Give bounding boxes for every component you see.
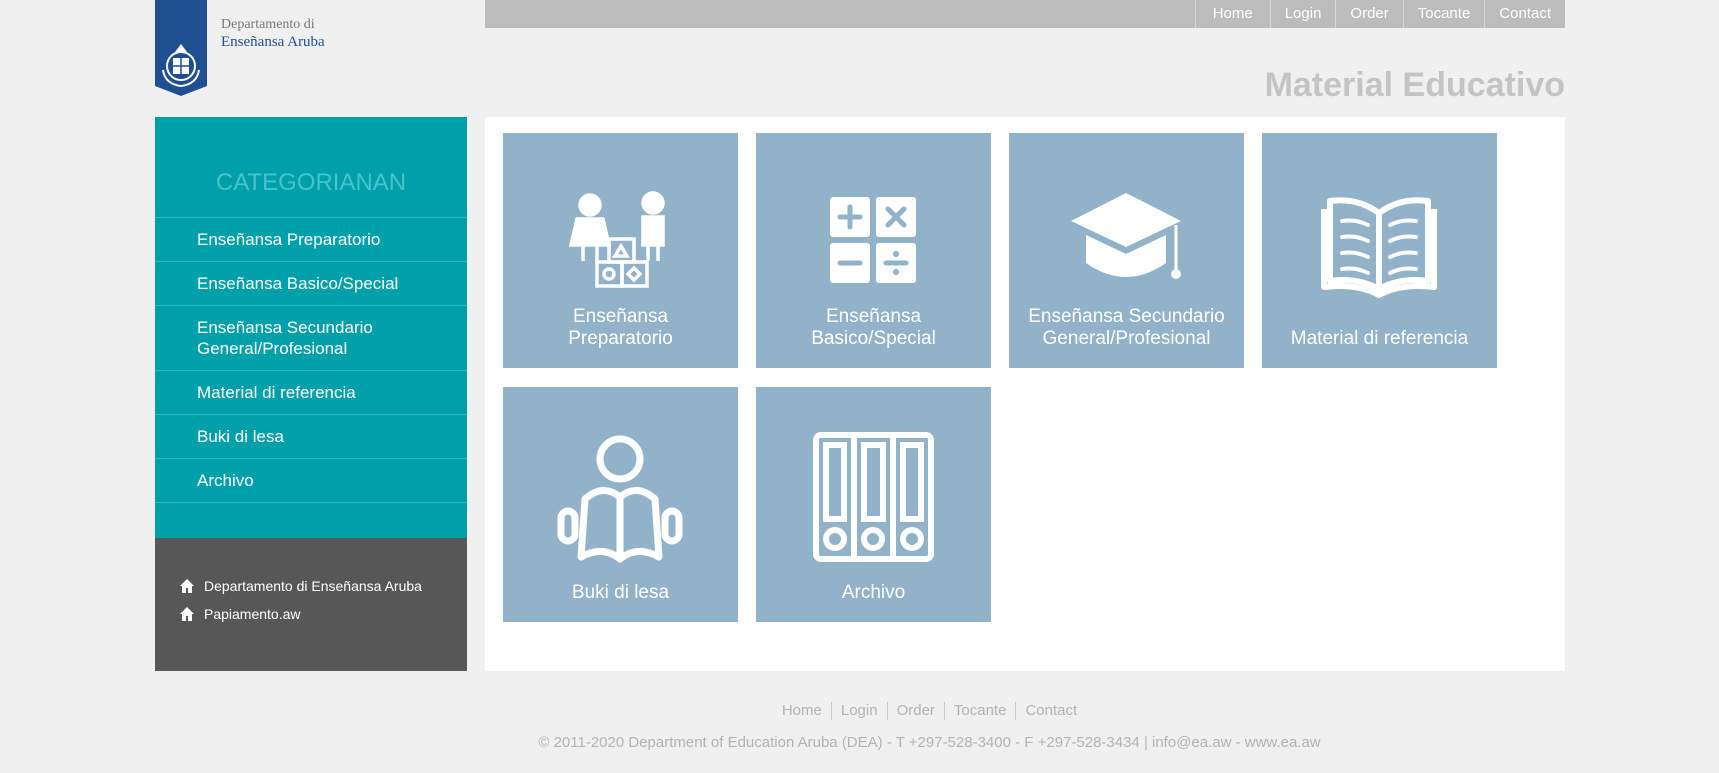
tile-line-1: Enseñansa [825, 306, 922, 327]
link-dea[interactable]: Departamento di Enseñansa Aruba [179, 578, 422, 594]
nav-login[interactable]: Login [1269, 0, 1336, 28]
tile-referencia[interactable]: Material di referencia [1262, 133, 1497, 368]
site-logo[interactable]: Departamento di Enseñansa Aruba [155, 0, 335, 98]
top-nav: Home Login Order Tocante Contact [1194, 0, 1565, 28]
tile-preparatorio-label: Enseñansa Preparatorio [503, 306, 738, 350]
home-icon [180, 579, 194, 593]
nav-home[interactable]: Home [1194, 0, 1270, 28]
logo-line-2: Enseñansa Aruba [221, 34, 325, 50]
footer-nav: Home Login Order Tocante Contact [0, 702, 1719, 720]
nav-tocante[interactable]: Tocante [1402, 0, 1485, 28]
footer-nav-tocante[interactable]: Tocante [943, 702, 1016, 720]
nav-contact[interactable]: Contact [1484, 0, 1565, 28]
sidebar-item-basico[interactable]: Enseñansa Basico/Special [155, 262, 467, 306]
link-dea-label: Departamento di Enseñansa Aruba [204, 578, 422, 594]
sidebar-item-archivo[interactable]: Archivo [155, 459, 467, 503]
tile-preparatorio[interactable]: Enseñansa Preparatorio [503, 133, 738, 368]
main-content: Enseñansa Preparatorio Enseñansa Basico/… [485, 117, 1565, 671]
nav-order[interactable]: Order [1335, 0, 1402, 28]
tile-line-2: Archivo [841, 582, 906, 603]
tile-line-2: Buki di lesa [571, 582, 670, 603]
copyright-text: © 2011-2020 Department of Education Arub… [538, 734, 1321, 751]
tile-secundario-label: Enseñansa Secundario General/Profesional [1009, 306, 1244, 350]
sidebar-item-preparatorio[interactable]: Enseñansa Preparatorio [155, 218, 467, 262]
tile-secundario[interactable]: Enseñansa Secundario General/Profesional [1009, 133, 1244, 368]
tile-buki[interactable]: Buki di lesa [503, 387, 738, 622]
tile-basico[interactable]: Enseñansa Basico/Special [756, 133, 991, 368]
tile-basico-label: Enseñansa Basico/Special [756, 306, 991, 350]
tile-buki-label: Buki di lesa [503, 582, 738, 604]
tile-line-2: Basico/Special [811, 328, 936, 349]
tile-line-1: Enseñansa Secundario [1028, 306, 1225, 327]
tile-line-1: Enseñansa [572, 306, 669, 327]
footer-nav-order[interactable]: Order [886, 702, 944, 720]
logo-line-1: Departamento di [221, 17, 315, 32]
category-list: Enseñansa Preparatorio Enseñansa Basico/… [155, 217, 467, 503]
tile-referencia-label: Material di referencia [1262, 328, 1497, 350]
page-title: Material Educativo [1264, 66, 1565, 104]
home-icon [180, 607, 194, 621]
footer-nav-login[interactable]: Login [830, 702, 887, 720]
sidebar-item-buki[interactable]: Buki di lesa [155, 415, 467, 459]
coat-of-arms-icon [155, 0, 207, 96]
tile-line-2: Preparatorio [568, 328, 673, 349]
footer-nav-home[interactable]: Home [773, 702, 831, 720]
footer-nav-contact[interactable]: Contact [1015, 702, 1086, 720]
tile-archivo[interactable]: Archivo [756, 387, 991, 622]
top-bar: Home Login Order Tocante Contact [485, 0, 1565, 28]
sidebar-heading: CATEGORIANAN [215, 169, 407, 196]
tile-line-2: General/Profesional [1042, 328, 1211, 349]
tile-archivo-label: Archivo [756, 582, 991, 604]
link-papiamento[interactable]: Papiamento.aw [179, 606, 301, 622]
sidebar-item-referencia[interactable]: Material di referencia [155, 371, 467, 415]
external-links: Departamento di Enseñansa Aruba Papiamen… [155, 538, 467, 671]
sidebar-item-secundario[interactable]: Enseñansa Secundario General/Profesional [155, 306, 467, 371]
category-sidebar: CATEGORIANAN Enseñansa Preparatorio Ense… [155, 117, 467, 538]
link-papiamento-label: Papiamento.aw [204, 606, 301, 622]
tile-line-2: Material di referencia [1290, 328, 1469, 349]
